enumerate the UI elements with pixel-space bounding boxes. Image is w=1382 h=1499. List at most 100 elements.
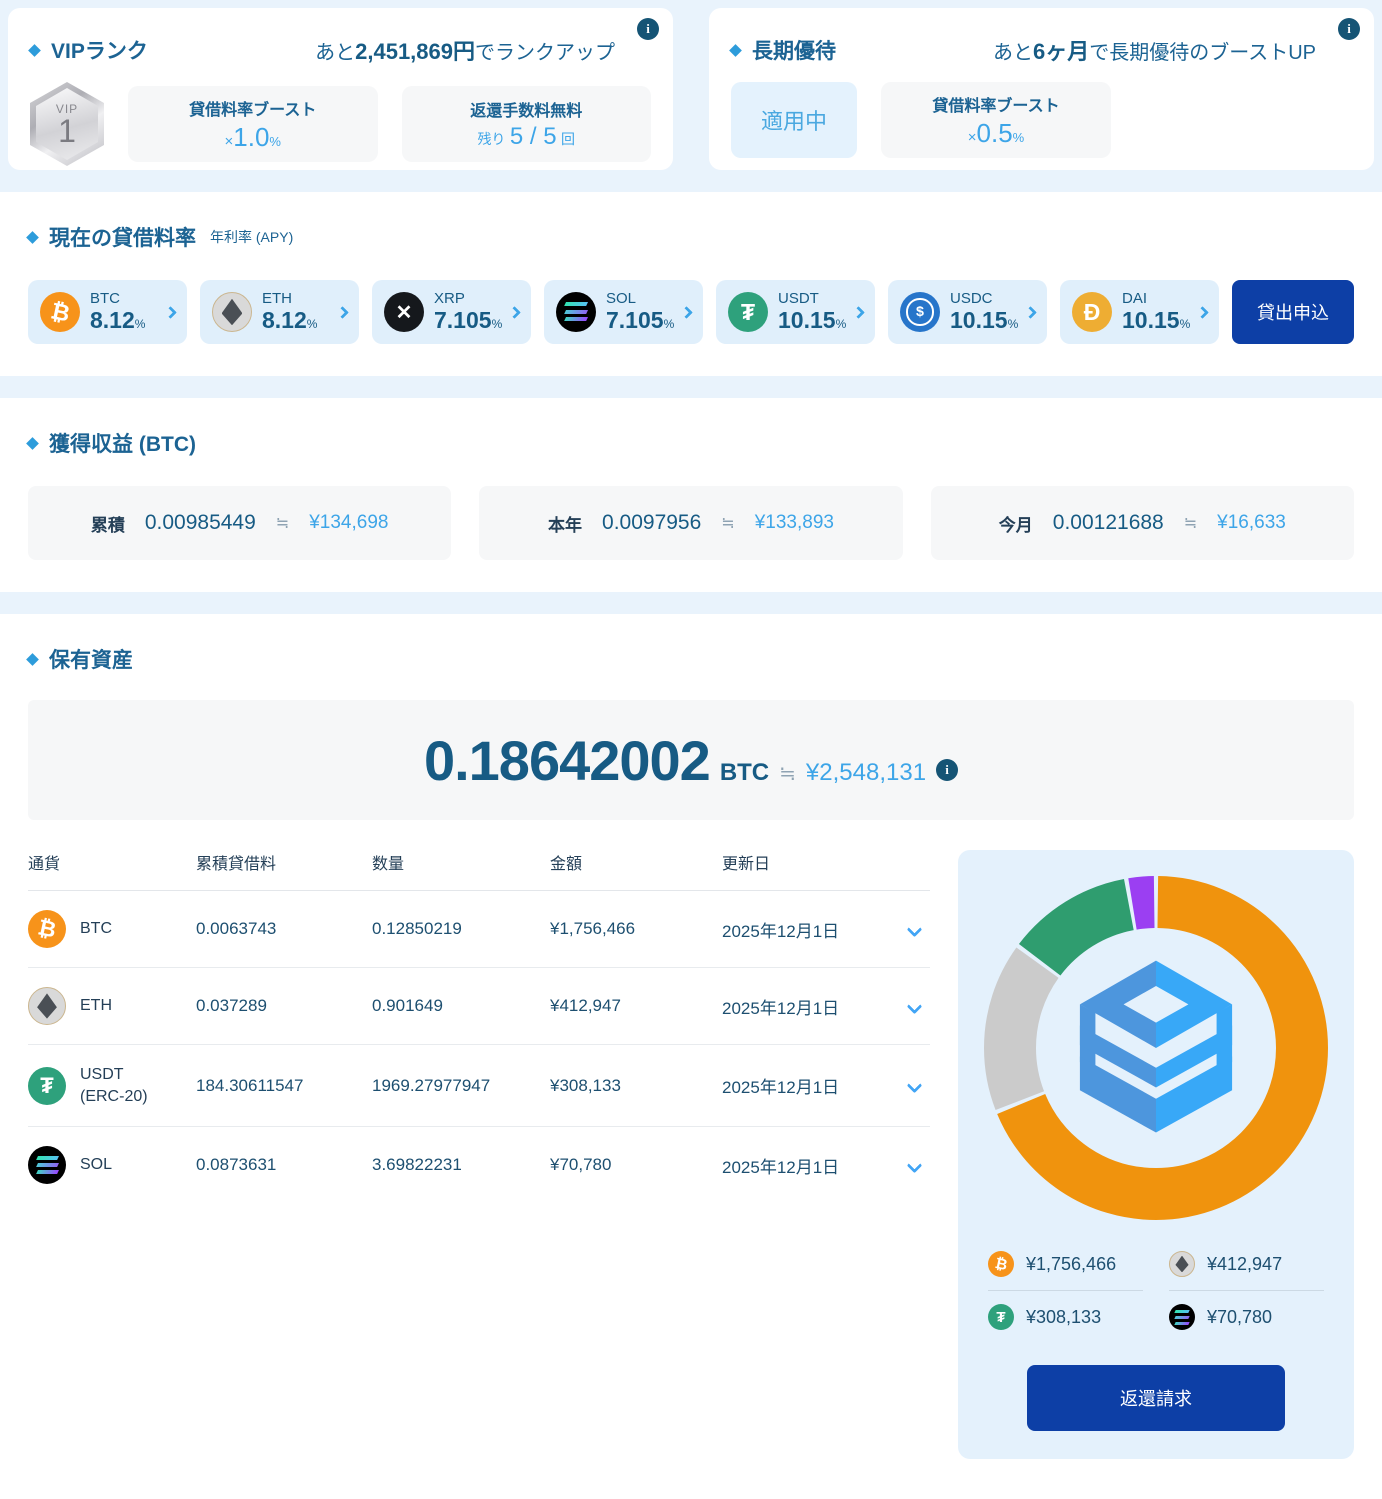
rate-card-xrp[interactable]: ✕ XRP 7.105% xyxy=(372,280,531,344)
approx-sign: ≒ xyxy=(275,515,290,532)
fee-free-box: 返還手数料無料 残り 5 / 5 回 xyxy=(401,86,651,162)
chevron-right-icon xyxy=(336,305,349,319)
rate-card-eth[interactable]: ETH 8.12% xyxy=(200,280,359,344)
rate-value: 8.12 xyxy=(262,306,307,333)
usdt-icon: ₮ xyxy=(728,292,768,332)
boost-number: 0.5 xyxy=(976,117,1013,148)
info-icon[interactable]: i xyxy=(1338,18,1360,40)
total-btc-value: 0.18642002 xyxy=(423,728,711,792)
rate-symbol: DAI xyxy=(1122,290,1148,308)
total-holdings-panel: 0.18642002 BTC ≒ ¥2,548,131 i xyxy=(28,700,1354,820)
legend-value: ¥308,133 xyxy=(1026,1306,1102,1327)
earnings-jpy-value: ¥134,698 xyxy=(309,512,389,533)
holdings-section: 保有資産 0.18642002 BTC ≒ ¥2,548,131 i 通貨 累積… xyxy=(0,614,1382,1499)
cell-quantity: 3.69822231 xyxy=(372,1155,462,1175)
rate-card-dai[interactable]: Ð DAI 10.15% xyxy=(1060,280,1219,344)
rate-symbol: USDT xyxy=(778,290,819,308)
percent-sign: % xyxy=(306,316,318,331)
vip-badge: VIP 1 xyxy=(30,82,104,166)
bitlending-logo xyxy=(984,876,1328,1220)
rate-value: 7.105 xyxy=(606,306,664,333)
longterm-note-months: 6ヶ月 xyxy=(1032,39,1090,64)
chevron-right-icon xyxy=(1196,305,1209,319)
chevron-down-icon[interactable] xyxy=(906,1157,923,1173)
eth-icon xyxy=(28,987,66,1025)
percent-sign: % xyxy=(491,316,503,331)
cell-quantity: 1969.27977947 xyxy=(372,1075,491,1095)
rankup-note-amount: 2,451,869円 xyxy=(355,39,475,64)
info-icon[interactable]: i xyxy=(936,758,959,781)
earnings-card-this-month: 今月 0.00121688 ≒ ¥16,633 xyxy=(930,486,1354,560)
chevron-right-icon xyxy=(164,305,177,319)
earnings-title-text: 獲得収益 (BTC) xyxy=(49,433,196,456)
percent-sign: % xyxy=(663,316,675,331)
holdings-title-text: 保有資産 xyxy=(49,649,133,672)
remain-count: 5 / 5 xyxy=(509,123,557,150)
earnings-btc-value: 0.00985449 xyxy=(144,511,256,534)
chevron-down-icon[interactable] xyxy=(906,921,923,937)
earnings-label: 今月 xyxy=(998,515,1033,535)
sol-icon xyxy=(1169,1304,1195,1330)
rate-card-sol[interactable]: SOL 7.105% xyxy=(544,280,703,344)
usdt-icon: ₮ xyxy=(28,1066,66,1105)
longterm-note: あと6ヶ月で長期優待のブーストUP xyxy=(993,34,1316,66)
rate-boost-value: ×1.0% xyxy=(225,122,281,153)
eth-icon xyxy=(212,292,252,332)
coin-name: USDT (ERC-20) xyxy=(80,1066,148,1105)
lend-apply-button[interactable]: 貸出申込 xyxy=(1232,280,1354,344)
rate-value: 10.15 xyxy=(1122,306,1180,333)
sol-icon xyxy=(556,292,596,332)
earnings-label: 本年 xyxy=(548,515,583,535)
holdings-table: 通貨 累積貸借料 数量 金額 更新日 ₿ BTC 0.0063743 0.128… xyxy=(28,850,930,1203)
rate-value: 8.12 xyxy=(90,306,135,333)
earnings-card-this-year: 本年 0.0097956 ≒ ¥133,893 xyxy=(479,486,903,560)
vip-badge-level: 1 xyxy=(58,113,76,149)
return-request-button[interactable]: 返還請求 xyxy=(1027,1365,1285,1431)
usdt-icon: ₮ xyxy=(988,1304,1014,1330)
rate-value: 10.15 xyxy=(778,306,836,333)
legend-item-usdt: ₮ ¥308,133 xyxy=(988,1291,1143,1343)
cell-updated-date: 2025年12月1日 xyxy=(722,1157,840,1177)
rate-value: 10.15 xyxy=(950,306,1008,333)
rate-value: 7.105 xyxy=(434,306,492,333)
chevron-right-icon xyxy=(508,305,521,319)
cell-updated-date: 2025年12月1日 xyxy=(722,998,840,1018)
legend-value: ¥412,947 xyxy=(1207,1253,1283,1274)
coin-name: ETH xyxy=(80,997,112,1015)
dai-icon: Ð xyxy=(1072,292,1112,332)
rate-card-usdc[interactable]: $ USDC 10.15% xyxy=(888,280,1047,344)
chevron-down-icon[interactable] xyxy=(906,998,923,1014)
cell-updated-date: 2025年12月1日 xyxy=(722,921,840,941)
percent-sign: % xyxy=(835,316,847,331)
col-header-cumulative-fee: 累積貸借料 xyxy=(196,856,277,873)
times-sign: × xyxy=(967,128,977,146)
boost-number: 1.0 xyxy=(233,121,270,152)
earnings-jpy-value: ¥16,633 xyxy=(1217,512,1286,533)
rate-card-btc[interactable]: ₿ BTC 8.12% xyxy=(28,280,187,344)
cell-quantity: 0.12850219 xyxy=(372,919,462,938)
percent-sign: % xyxy=(269,133,281,149)
portfolio-panel: ₿ ¥1,756,466 ¥412,947 ₮ ¥308,133 ¥70,780… xyxy=(958,850,1354,1459)
status-badge: 適用中 xyxy=(731,82,857,158)
holdings-donut-chart xyxy=(984,876,1328,1220)
cell-quantity: 0.901649 xyxy=(372,996,443,1015)
earnings-btc-value: 0.00121688 xyxy=(1052,511,1164,534)
rate-card-usdt[interactable]: ₮ USDT 10.15% xyxy=(716,280,875,344)
diamond-bullet-icon xyxy=(26,652,39,666)
info-icon[interactable]: i xyxy=(637,18,659,40)
usdc-icon: $ xyxy=(900,292,940,332)
fee-remaining: 残り 5 / 5 回 xyxy=(477,123,575,151)
percent-sign: % xyxy=(134,316,146,331)
legend-item-btc: ₿ ¥1,756,466 xyxy=(988,1238,1143,1291)
vip-rank-title: VIPランク xyxy=(28,35,148,65)
table-row-btc: ₿ BTC 0.0063743 0.12850219 ¥1,756,466 20… xyxy=(28,891,930,968)
earnings-section: 獲得収益 (BTC) 累積 0.00985449 ≒ ¥134,698 本年 0… xyxy=(0,398,1382,592)
xrp-icon: ✕ xyxy=(384,292,424,332)
rate-boost-value: ×0.5% xyxy=(968,118,1024,149)
earnings-jpy-value: ¥133,893 xyxy=(754,512,834,533)
rates-section-title: 現在の貸借料率 年利率 (APY) xyxy=(26,222,1354,252)
chevron-down-icon[interactable] xyxy=(906,1077,923,1094)
cell-cumulative-fee: 0.0873631 xyxy=(196,1155,277,1175)
longterm-title: 長期優待 xyxy=(729,35,836,65)
eth-icon xyxy=(1169,1251,1195,1277)
